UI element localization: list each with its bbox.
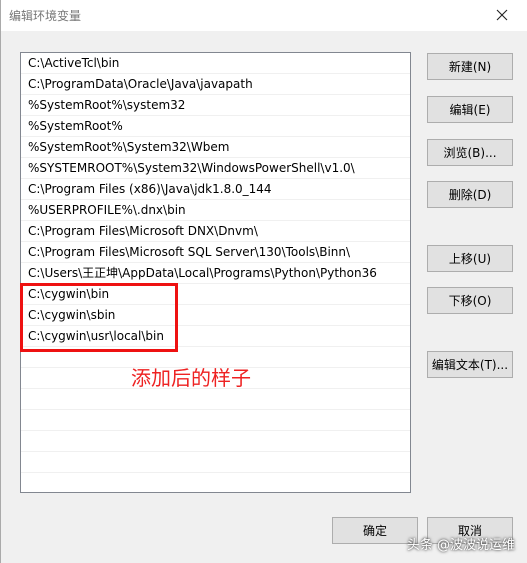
list-item[interactable]: %SYSTEMROOT%\System32\WindowsPowerShell\… (21, 158, 410, 179)
list-item[interactable]: C:\cygwin\bin (21, 284, 410, 305)
move-up-button[interactable]: 上移(U) (427, 245, 513, 272)
list-item[interactable]: %SystemRoot%\system32 (21, 95, 410, 116)
list-item[interactable]: C:\ActiveTcl\bin (21, 53, 410, 74)
annotation-label: 添加后的样子 (131, 366, 251, 390)
list-item[interactable]: C:\ProgramData\Oracle\Java\javapath (21, 74, 410, 95)
window-title: 编辑环境变量 (9, 9, 82, 23)
move-down-button[interactable]: 下移(O) (427, 287, 513, 314)
list-item[interactable]: C:\cygwin\usr\local\bin (21, 326, 410, 347)
title-bar: 编辑环境变量 (1, 0, 527, 31)
close-button[interactable] (487, 2, 517, 28)
list-item[interactable]: C:\cygwin\sbin (21, 305, 410, 326)
delete-button[interactable]: 删除(D) (427, 181, 513, 208)
ok-button[interactable]: 确定 (332, 517, 418, 544)
edit-environment-variable-dialog: 编辑环境变量 C:\ActiveTcl\bin C:\ProgramData\O… (0, 0, 527, 563)
list-item[interactable]: C:\Program Files\Microsoft SQL Server\13… (21, 242, 410, 263)
list-item[interactable]: C:\Program Files\Microsoft DNX\Dnvm\ (21, 221, 410, 242)
empty-list-row (21, 431, 410, 452)
edit-button[interactable]: 编辑(E) (427, 96, 513, 123)
path-list[interactable]: C:\ActiveTcl\bin C:\ProgramData\Oracle\J… (20, 52, 411, 493)
browse-button[interactable]: 浏览(B)... (427, 139, 513, 166)
list-item[interactable]: C:\Program Files (x86)\Java\jdk1.8.0_144 (21, 179, 410, 200)
list-item[interactable]: %SystemRoot%\System32\Wbem (21, 137, 410, 158)
empty-list-row (21, 452, 410, 473)
empty-list-row (21, 410, 410, 431)
new-button[interactable]: 新建(N) (427, 53, 513, 80)
list-item[interactable]: %SystemRoot% (21, 116, 410, 137)
watermark: 头条 @波波说运维 (406, 538, 515, 553)
edit-text-button[interactable]: 编辑文本(T)... (427, 351, 513, 378)
list-item[interactable]: C:\Users\王正坤\AppData\Local\Programs\Pyth… (21, 263, 410, 284)
empty-list-row (21, 389, 410, 410)
close-icon (496, 9, 508, 21)
list-item[interactable]: %USERPROFILE%\.dnx\bin (21, 200, 410, 221)
